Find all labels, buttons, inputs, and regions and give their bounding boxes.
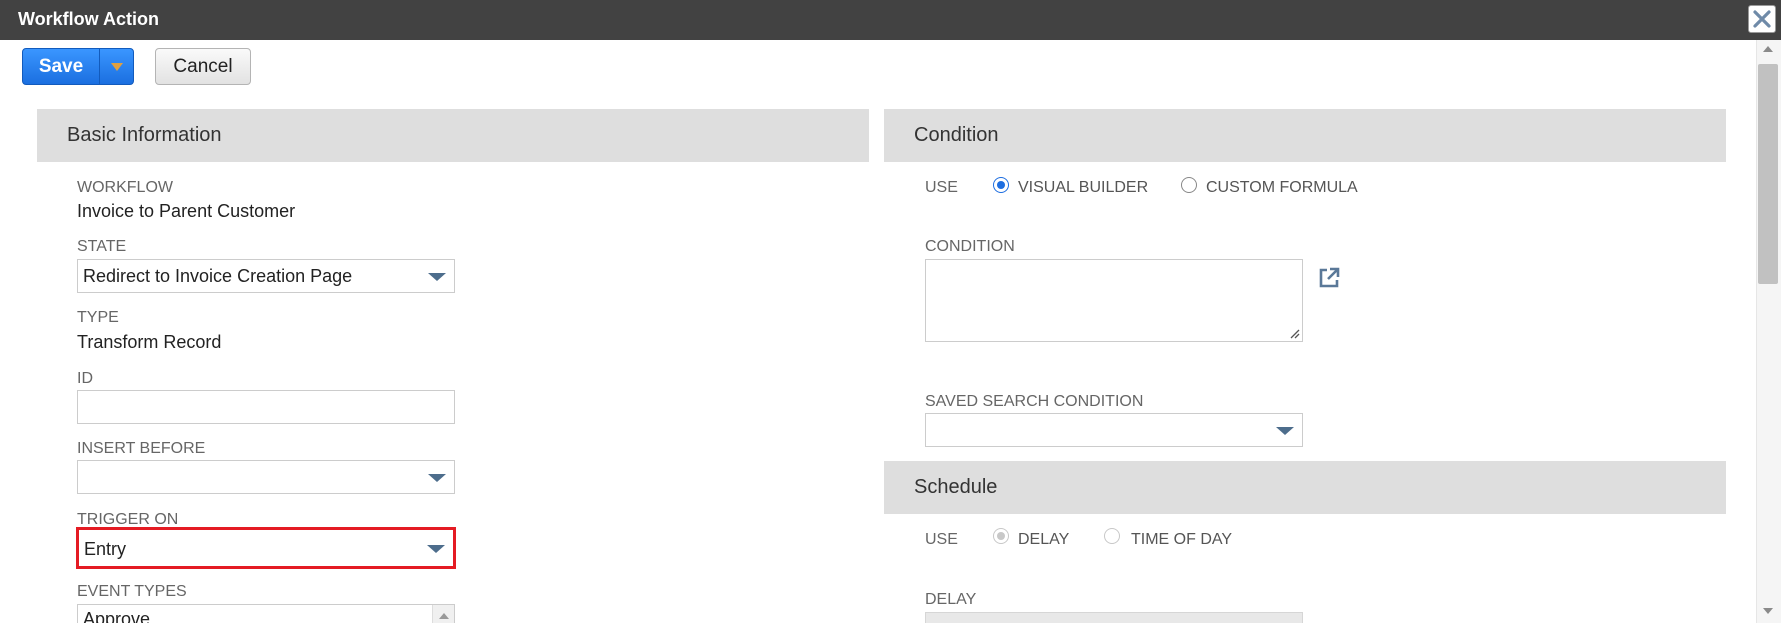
scrollbar-thumb[interactable] <box>1758 64 1778 284</box>
visual-builder-radio[interactable] <box>993 177 1009 193</box>
delay-radio[interactable] <box>993 528 1009 544</box>
condition-header: Condition <box>884 109 1726 162</box>
resize-grip-icon[interactable] <box>1288 327 1300 339</box>
chevron-down-icon <box>428 474 446 482</box>
trigger-on-value: Entry <box>84 539 127 559</box>
dialog-title: Workflow Action <box>18 9 159 29</box>
scroll-up-arrow[interactable] <box>1763 46 1773 52</box>
id-input[interactable] <box>77 390 455 424</box>
close-button[interactable] <box>1748 5 1776 33</box>
save-button[interactable]: Save <box>23 49 99 84</box>
chevron-down-icon <box>111 63 123 71</box>
id-label: ID <box>77 370 93 387</box>
cancel-button[interactable]: Cancel <box>155 48 251 85</box>
state-label: STATE <box>77 238 127 255</box>
chevron-down-icon <box>428 273 446 281</box>
chevron-down-icon <box>427 545 445 553</box>
saved-search-condition-label: SAVED SEARCH CONDITION <box>925 393 1144 410</box>
condition-label: CONDITION <box>925 238 1015 255</box>
insert-before-select[interactable] <box>77 460 455 494</box>
workflow-action-dialog: Workflow Action Save Cancel Basic Inform… <box>0 0 1781 623</box>
trigger-on-select[interactable]: Entry <box>76 527 456 569</box>
workflow-value: Invoice to Parent Customer <box>77 201 296 221</box>
delay-label: DELAY <box>925 591 977 608</box>
close-icon <box>1753 10 1771 28</box>
event-types-scrollbar[interactable] <box>432 605 454 623</box>
event-types-listbox[interactable]: Approve <box>77 604 455 623</box>
custom-formula-radio[interactable] <box>1181 177 1197 193</box>
title-bar: Workflow Action <box>0 0 1781 40</box>
chevron-down-icon <box>1276 427 1294 435</box>
condition-textarea[interactable] <box>925 259 1303 342</box>
delay-option-label[interactable]: DELAY <box>1018 531 1069 549</box>
state-select-value: Redirect to Invoice Creation Page <box>83 266 353 286</box>
state-select[interactable]: Redirect to Invoice Creation Page <box>77 259 455 293</box>
chevron-up-icon <box>439 613 449 619</box>
custom-formula-label[interactable]: CUSTOM FORMULA <box>1206 179 1358 197</box>
delay-input[interactable] <box>925 612 1303 623</box>
time-of-day-radio[interactable] <box>1104 528 1120 544</box>
insert-before-label: INSERT BEFORE <box>77 440 206 457</box>
time-of-day-label[interactable]: TIME OF DAY <box>1131 531 1232 549</box>
schedule-use-label: USE <box>925 531 958 548</box>
type-label: TYPE <box>77 309 119 326</box>
saved-search-condition-select[interactable] <box>925 413 1303 447</box>
condition-use-label: USE <box>925 179 958 196</box>
open-external-icon[interactable] <box>1317 266 1341 290</box>
save-dropdown-button[interactable] <box>100 49 134 84</box>
workflow-label: WORKFLOW <box>77 179 173 196</box>
basic-information-header: Basic Information <box>37 109 869 162</box>
event-types-label: EVENT TYPES <box>77 583 187 600</box>
scroll-down-arrow[interactable] <box>1763 608 1773 614</box>
save-button-group: Save <box>22 48 134 85</box>
schedule-header: Schedule <box>884 461 1726 514</box>
type-value: Transform Record <box>77 332 222 352</box>
event-types-item[interactable]: Approve <box>83 609 150 623</box>
visual-builder-label[interactable]: VISUAL BUILDER <box>1018 179 1148 197</box>
